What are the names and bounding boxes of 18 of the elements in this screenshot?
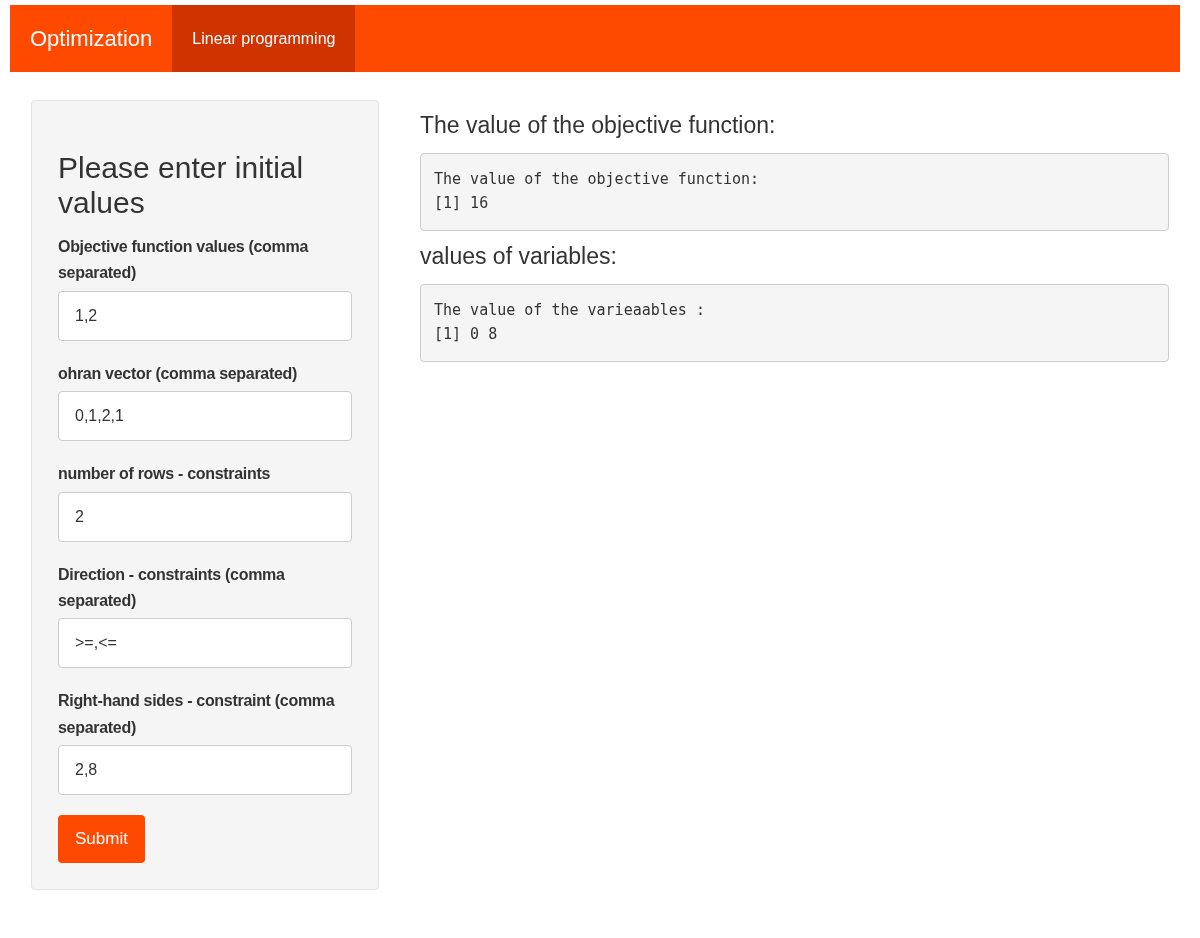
- input-field[interactable]: >=,<=: [58, 618, 352, 669]
- input-field[interactable]: 1,2: [58, 290, 352, 341]
- nav-tab[interactable]: Linear programming: [172, 5, 356, 72]
- field-label: number of rows - constraints: [58, 464, 272, 485]
- field-label: Right-hand sides - constraint (comma separated): [58, 691, 336, 738]
- output-heading: values of variables:: [420, 243, 618, 270]
- output-line: The value of the objective function:: [434, 169, 761, 190]
- field-label: Objective function values (comma separated): [58, 237, 310, 284]
- input-field[interactable]: 0,1,2,1: [58, 391, 352, 442]
- output-line: [1] 16: [434, 193, 490, 214]
- field-label: Direction - constraints (comma separated): [58, 564, 286, 611]
- input-field[interactable]: 2,8: [58, 745, 352, 796]
- output-heading: The value of the objective function:: [420, 112, 777, 139]
- input-field[interactable]: 2: [58, 491, 352, 542]
- output-line: The value of the varieaables :: [434, 300, 706, 321]
- panel-title: Please enter initial values: [58, 151, 305, 220]
- field-label: ohran vector (comma separated): [58, 363, 299, 384]
- output-line: [1] 0 8: [434, 324, 499, 345]
